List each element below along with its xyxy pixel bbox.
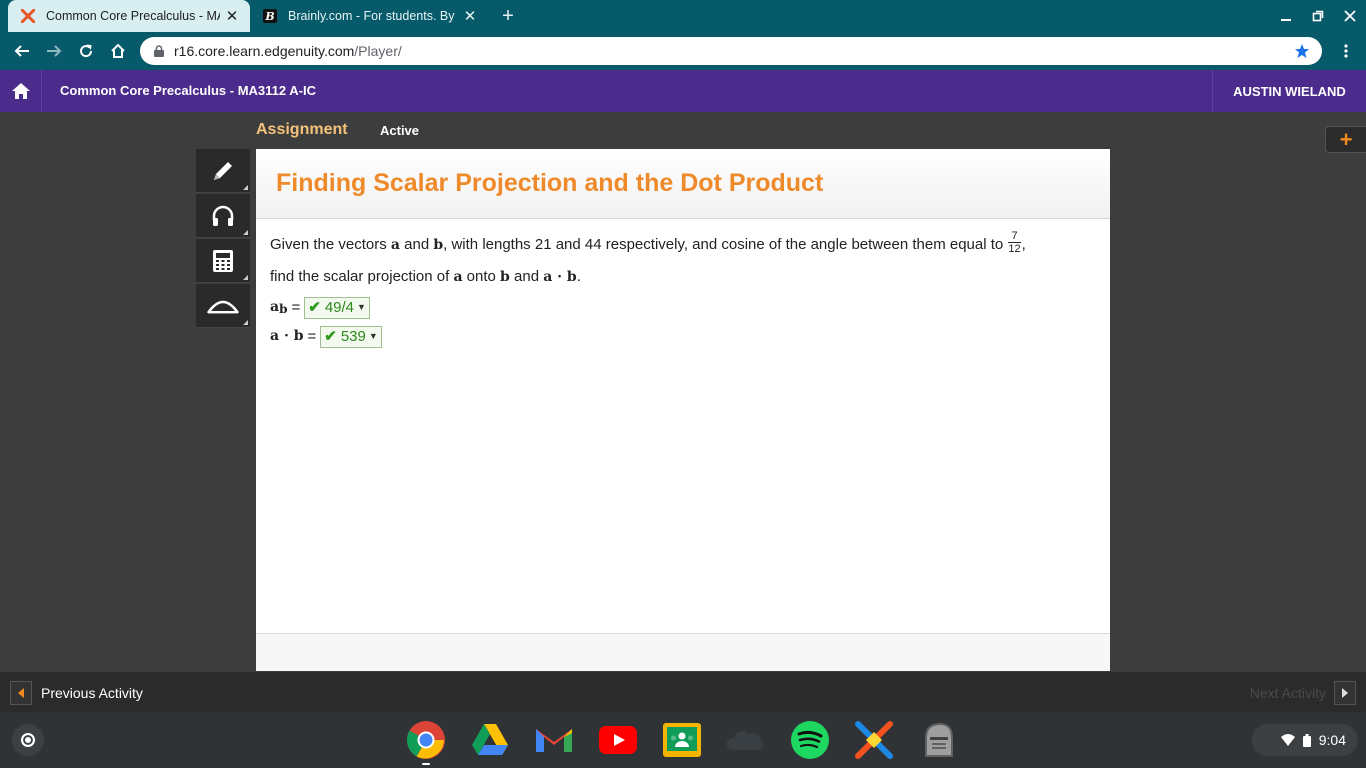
question-text: Given the vectors a and b, with lengths … (270, 229, 1026, 285)
question-body: Given the vectors a and b, with lengths … (256, 219, 1110, 361)
launcher-button[interactable] (12, 724, 44, 756)
back-arrow-icon[interactable] (10, 39, 34, 63)
answer-row-dot-product: a · b = ✔ 539 ▼ (270, 322, 1096, 351)
calculator-icon (213, 249, 233, 272)
browser-tab-edgenuity[interactable]: Common Core Precalculus - MA ✕ (8, 0, 250, 32)
home-icon[interactable] (106, 39, 130, 63)
restore-icon[interactable] (1304, 4, 1332, 28)
google-classroom-icon[interactable] (662, 720, 702, 760)
edgenuity-x-icon (20, 8, 36, 24)
fraction: 7 12 (1008, 229, 1021, 255)
knight-helmet-icon[interactable] (918, 720, 958, 760)
forward-arrow-icon[interactable] (42, 39, 66, 63)
pencil-icon (214, 161, 232, 180)
youtube-icon[interactable] (598, 720, 638, 760)
next-activity-button[interactable]: Next Activity (1250, 681, 1356, 705)
browser-tab-brainly[interactable]: B Brainly.com - For students. By st ✕ (250, 0, 488, 32)
cloud-app-icon[interactable] (726, 720, 766, 760)
url-text: r16.core.learn.edgenuity.com/Player/ (174, 43, 402, 59)
triangle-left-icon (10, 681, 32, 705)
dot-product-dropdown[interactable]: ✔ 539 ▼ (320, 325, 382, 348)
reload-icon[interactable] (74, 39, 98, 63)
panel-footer (256, 633, 1110, 671)
status-tray[interactable]: 9:04 (1252, 724, 1358, 756)
browser-toolbar: r16.core.learn.edgenuity.com/Player/ (0, 32, 1366, 70)
close-tab-icon[interactable]: ✕ (220, 4, 244, 28)
formula-icon (206, 300, 240, 314)
headphones-icon (212, 205, 234, 226)
calculator-tool-button[interactable] (196, 239, 250, 283)
activity-nav-bar: Previous Activity Next Activity (0, 672, 1366, 712)
panel-header: Finding Scalar Projection and the Dot Pr… (256, 149, 1110, 219)
bookmark-star-icon[interactable] (1292, 43, 1312, 59)
wifi-icon (1280, 734, 1295, 746)
tab-title: Common Core Precalculus - MA (46, 9, 220, 23)
os-shelf: 9:04 (0, 712, 1366, 768)
svg-text:B: B (264, 10, 274, 23)
new-tab-button[interactable]: + (496, 4, 520, 28)
user-name[interactable]: AUSTIN WIELAND (1212, 70, 1366, 112)
checkmark-icon: ✔ (308, 299, 321, 316)
minimize-icon[interactable] (1272, 4, 1300, 28)
assignment-label: Assignment (256, 121, 348, 138)
chrome-icon[interactable] (406, 720, 446, 765)
house-icon (11, 83, 30, 99)
expand-plus-button[interactable]: + (1325, 126, 1366, 153)
close-window-icon[interactable] (1336, 4, 1364, 28)
audio-tool-button[interactable] (196, 194, 250, 238)
close-tab-icon[interactable]: ✕ (458, 4, 482, 28)
pencil-tool-button[interactable] (196, 149, 250, 193)
dropdown-arrow-icon: ▼ (357, 302, 366, 312)
gmail-icon[interactable] (534, 720, 574, 760)
scalar-projection-dropdown[interactable]: ✔ 49/4 ▼ (304, 296, 370, 319)
google-drive-icon[interactable] (470, 720, 510, 760)
dropdown-arrow-icon: ▼ (368, 331, 378, 341)
spotify-icon[interactable] (790, 720, 830, 760)
lock-icon (152, 45, 166, 57)
assignment-status: Active (380, 123, 420, 138)
edgenuity-icon[interactable] (854, 720, 894, 760)
course-header: Common Core Precalculus - MA3112 A-IC AU… (0, 70, 1366, 112)
battery-icon (1302, 733, 1311, 747)
checkmark-icon: ✔ (324, 328, 337, 345)
page-title: Finding Scalar Projection and the Dot Pr… (276, 169, 824, 197)
triangle-right-icon (1334, 681, 1356, 705)
clock: 9:04 (1318, 732, 1346, 748)
answer-row-scalar-projection: ab = ✔ 49/4 ▼ (270, 293, 1096, 322)
brainly-b-icon: B (262, 8, 278, 24)
address-bar[interactable]: r16.core.learn.edgenuity.com/Player/ (140, 37, 1322, 65)
tool-sidebar (196, 149, 250, 329)
previous-activity-button[interactable]: Previous Activity (10, 681, 143, 705)
home-button[interactable] (0, 70, 42, 112)
browser-tab-strip: Common Core Precalculus - MA ✕ B Brainly… (0, 0, 1366, 32)
tab-title: Brainly.com - For students. By st (288, 9, 458, 23)
menu-kebab-icon[interactable] (1338, 39, 1354, 63)
question-panel: Finding Scalar Projection and the Dot Pr… (256, 149, 1110, 671)
formula-tool-button[interactable] (196, 284, 250, 328)
course-title: Common Core Precalculus - MA3112 A-IC (60, 83, 316, 98)
